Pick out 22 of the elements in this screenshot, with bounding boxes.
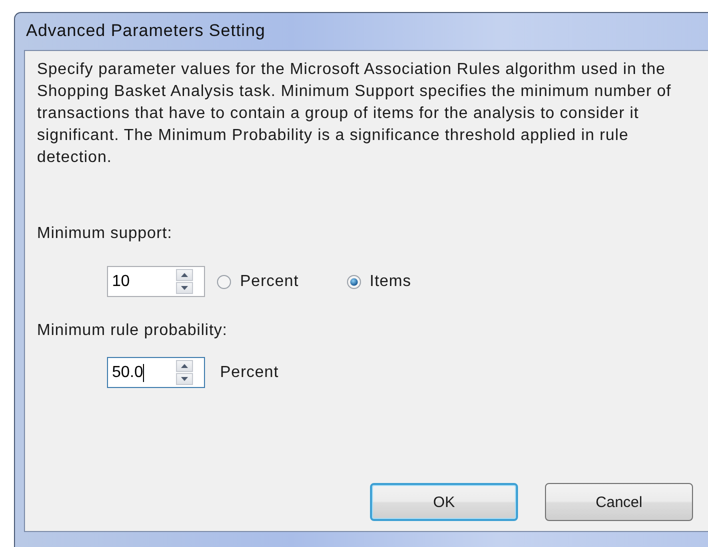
down-arrow-icon: [181, 286, 188, 290]
text-cursor: [143, 364, 144, 382]
window-title: Advanced Parameters Setting: [26, 21, 266, 41]
field-value: 10: [112, 272, 130, 290]
up-arrow-icon: [181, 364, 188, 368]
spin-down-button[interactable]: [176, 282, 193, 294]
spin-up-button[interactable]: [176, 360, 193, 372]
unit-label: Percent: [220, 364, 279, 382]
cancel-button[interactable]: Cancel: [545, 483, 693, 521]
up-arrow-icon: [181, 273, 188, 277]
description-text: Specify parameter values for the Microsoft Association Rules algorithm used in the Shopping Basket Analysis task. Minimum Support specifies the minimum number of transactions that have to contain a group of items for the analysis to consider it significant. The Minimum Probability is a significance threshold applied in rule detection.: [37, 60, 672, 168]
field-value: 50.0: [112, 364, 144, 382]
number-field[interactable]: 10: [107, 266, 205, 297]
field-label: Minimum support:: [37, 225, 172, 242]
ok-button[interactable]: OK: [370, 483, 518, 521]
spin-up-button[interactable]: [176, 269, 193, 281]
number-field[interactable]: 50.0: [107, 357, 205, 388]
field-label: Minimum rule probability:: [37, 322, 228, 339]
radio-button[interactable]: Items: [346, 272, 412, 290]
spin-down-button[interactable]: [176, 373, 193, 385]
down-arrow-icon: [181, 377, 188, 381]
radio-button[interactable]: Percent: [217, 272, 299, 290]
